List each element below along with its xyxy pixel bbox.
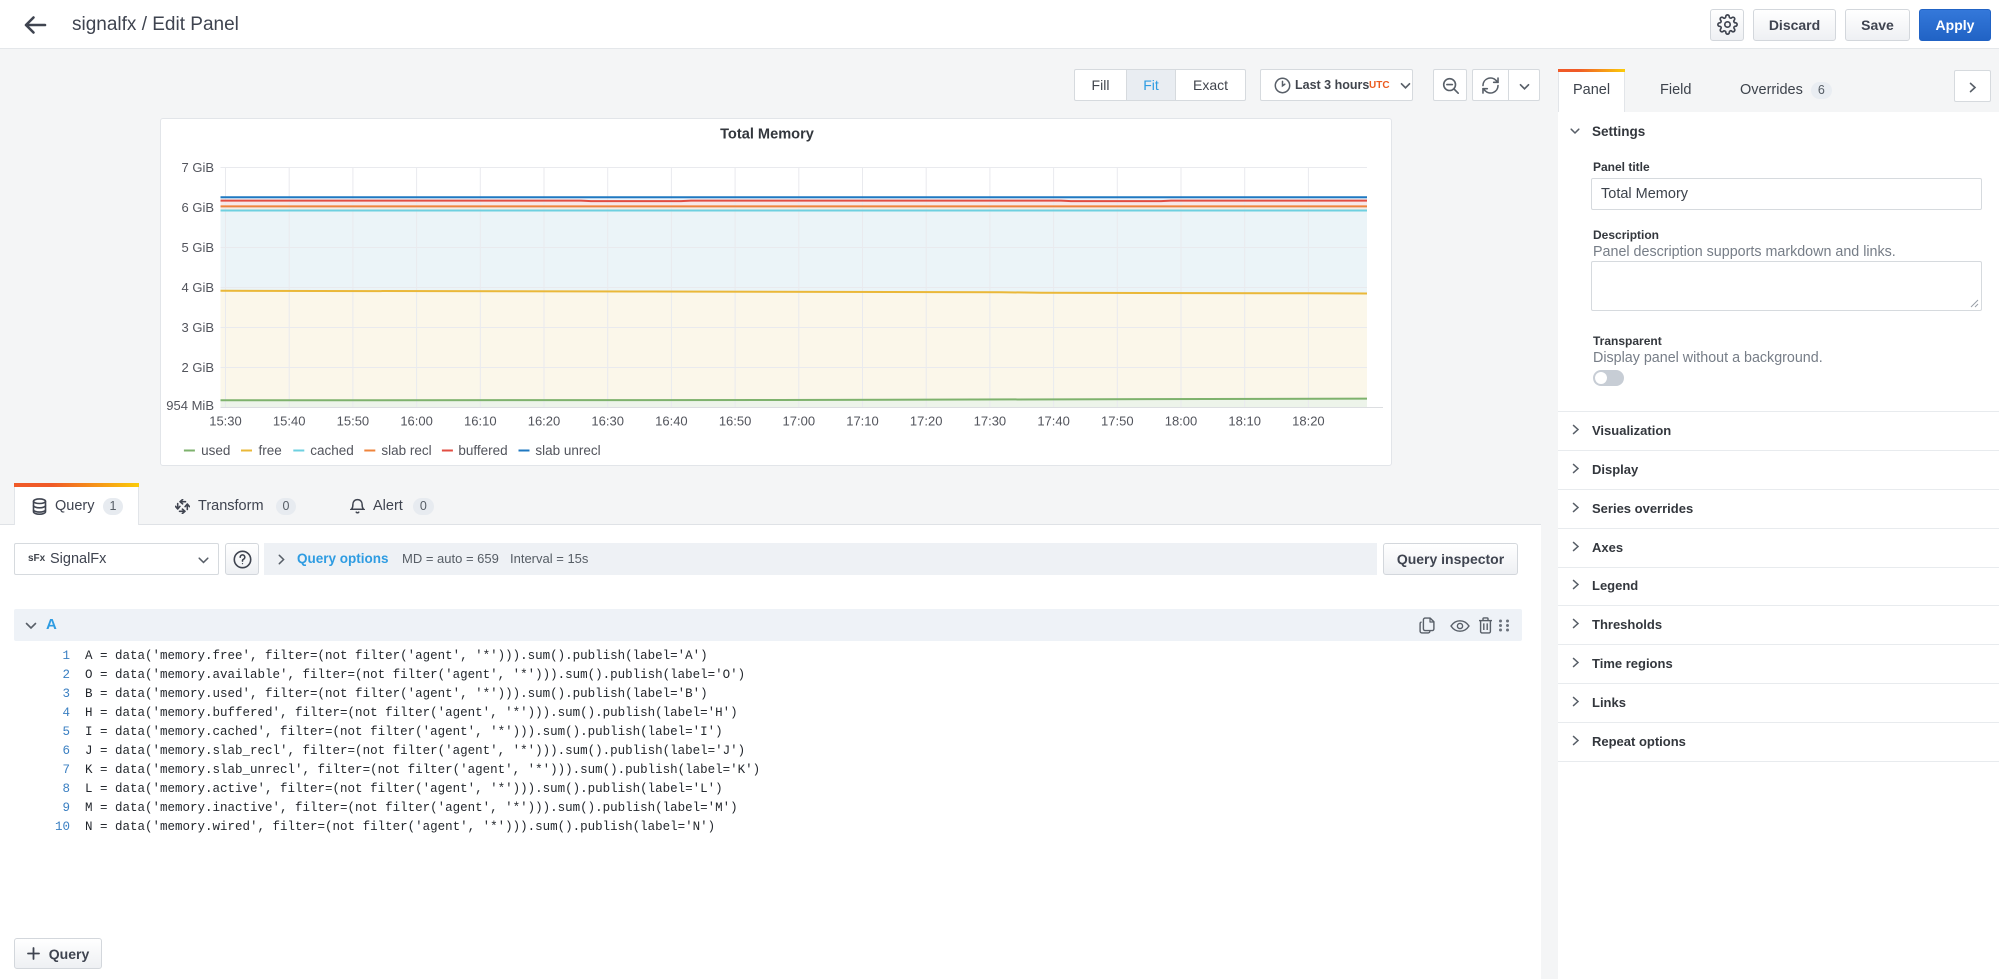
svg-text:18:10: 18:10 xyxy=(1228,414,1261,429)
svg-text:17:50: 17:50 xyxy=(1101,414,1134,429)
svg-text:16:40: 16:40 xyxy=(655,414,688,429)
svg-text:17:30: 17:30 xyxy=(974,414,1007,429)
svg-text:7 GiB: 7 GiB xyxy=(181,160,214,175)
svg-text:3 GiB: 3 GiB xyxy=(181,320,214,335)
svg-text:16:10: 16:10 xyxy=(464,414,497,429)
svg-text:15:30: 15:30 xyxy=(209,414,242,429)
svg-text:18:00: 18:00 xyxy=(1165,414,1198,429)
svg-text:16:50: 16:50 xyxy=(719,414,752,429)
svg-text:slab recl: slab recl xyxy=(381,443,431,458)
svg-text:17:00: 17:00 xyxy=(783,414,816,429)
svg-text:buffered: buffered xyxy=(458,443,507,458)
svg-text:17:40: 17:40 xyxy=(1037,414,1070,429)
svg-text:used: used xyxy=(201,443,230,458)
svg-text:4 GiB: 4 GiB xyxy=(181,280,214,295)
svg-text:5 GiB: 5 GiB xyxy=(181,240,214,255)
svg-text:18:20: 18:20 xyxy=(1292,414,1325,429)
svg-text:16:00: 16:00 xyxy=(400,414,433,429)
svg-text:2 GiB: 2 GiB xyxy=(181,360,214,375)
svg-text:6 GiB: 6 GiB xyxy=(181,200,214,215)
svg-text:17:10: 17:10 xyxy=(846,414,879,429)
svg-text:954 MiB: 954 MiB xyxy=(166,398,214,413)
svg-text:17:20: 17:20 xyxy=(910,414,943,429)
svg-text:16:30: 16:30 xyxy=(591,414,624,429)
svg-text:15:50: 15:50 xyxy=(337,414,370,429)
svg-text:16:20: 16:20 xyxy=(528,414,561,429)
svg-text:15:40: 15:40 xyxy=(273,414,306,429)
svg-text:free: free xyxy=(259,443,282,458)
svg-text:slab unrecl: slab unrecl xyxy=(535,443,600,458)
svg-text:cached: cached xyxy=(310,443,354,458)
svg-text:Total Memory: Total Memory xyxy=(720,127,815,143)
